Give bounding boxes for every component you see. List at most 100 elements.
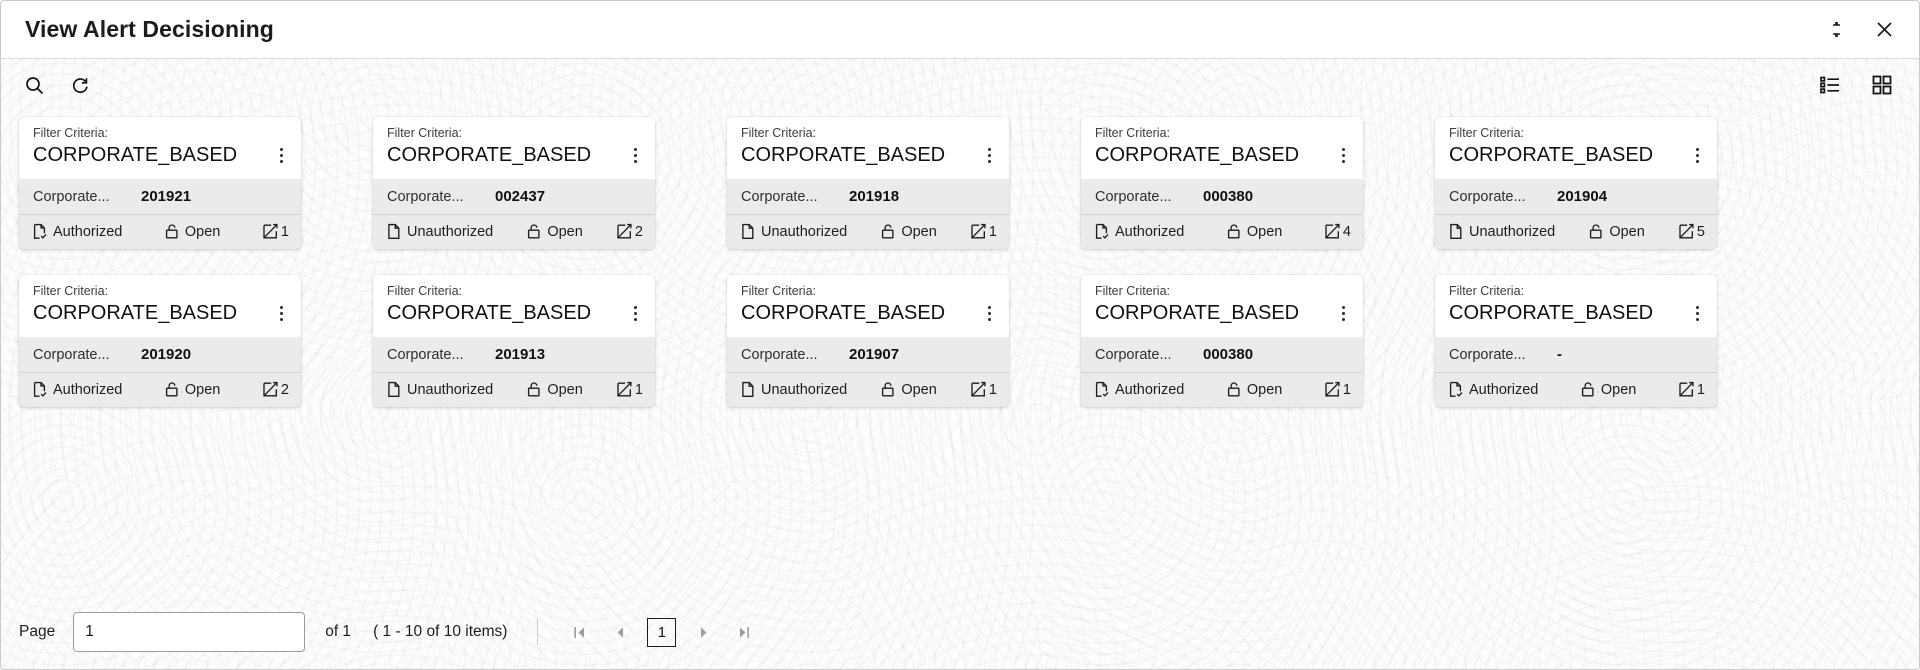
filter-criteria-value: CORPORATE_BASED <box>387 301 592 324</box>
last-page-icon[interactable] <box>723 615 763 649</box>
card-header-texts: Filter Criteria: CORPORATE_BASED <box>387 284 627 326</box>
card-header: Filter Criteria: CORPORATE_BASED <box>1081 117 1363 179</box>
list-view-icon[interactable] <box>1815 70 1845 100</box>
filter-criteria-label: Filter Criteria: <box>33 284 109 298</box>
card-header: Filter Criteria: CORPORATE_BASED <box>19 275 301 337</box>
filter-criteria-label: Filter Criteria: <box>1449 126 1525 140</box>
card-field-value: - <box>1557 346 1562 363</box>
card-menu-icon[interactable] <box>981 298 997 328</box>
filter-criteria-label: Filter Criteria: <box>1095 284 1171 298</box>
card-footer: Unauthorized Open 2 <box>373 214 655 249</box>
card-modification-count: 2 <box>616 223 643 240</box>
unlock-icon <box>526 223 542 240</box>
edit-icon <box>1324 381 1340 398</box>
card-field-key: Corporate... <box>33 346 110 363</box>
alert-card[interactable]: Filter Criteria: CORPORATE_BASED Corporate… <box>1081 275 1363 407</box>
card-header: Filter Criteria: CORPORATE_BASED <box>373 275 655 337</box>
card-header-texts: Filter Criteria: CORPORATE_BASED <box>33 126 273 168</box>
card-modification-count: 2 <box>262 381 289 398</box>
unlock-icon <box>164 223 180 240</box>
card-field-key: Corporate... <box>387 188 464 205</box>
card-field-key: Corporate... <box>1095 346 1172 363</box>
card-menu-icon[interactable] <box>981 140 997 170</box>
card-menu-icon[interactable] <box>627 140 643 170</box>
unlock-icon <box>164 381 180 398</box>
next-page-icon[interactable] <box>683 615 723 649</box>
card-body: Corporate... 201907 <box>727 337 1009 372</box>
card-footer: Authorized Open 1 <box>19 214 301 249</box>
card-field-value: 000380 <box>1203 188 1254 205</box>
modification-count-label: 2 <box>634 223 643 240</box>
search-icon[interactable] <box>19 70 49 100</box>
card-field-value: 201918 <box>849 188 900 205</box>
modification-count-label: 5 <box>1696 223 1705 240</box>
authorization-status-label: Unauthorized <box>761 381 848 398</box>
card-record-state: Open <box>526 381 583 398</box>
card-header-texts: Filter Criteria: CORPORATE_BASED <box>741 284 981 326</box>
alert-card[interactable]: Filter Criteria: CORPORATE_BASED Corporate… <box>1435 275 1717 407</box>
card-header: Filter Criteria: CORPORATE_BASED <box>1435 275 1717 337</box>
items-range-label: ( 1 - 10 of 10 items) <box>373 623 508 640</box>
edit-icon <box>970 223 986 240</box>
card-record-state: Open <box>880 223 937 240</box>
page-input[interactable] <box>73 612 306 652</box>
close-icon[interactable] <box>1871 17 1897 43</box>
card-header: Filter Criteria: CORPORATE_BASED <box>373 117 655 179</box>
modification-count-label: 4 <box>1342 223 1351 240</box>
filter-criteria-value: CORPORATE_BASED <box>741 143 946 166</box>
authorization-status-label: Unauthorized <box>407 381 494 398</box>
card-authorization-status: Authorized <box>1094 381 1184 398</box>
first-page-icon[interactable] <box>560 615 600 649</box>
card-header-texts: Filter Criteria: CORPORATE_BASED <box>387 126 627 168</box>
record-state-label: Open <box>901 223 937 240</box>
card-body: Corporate... 201904 <box>1435 179 1717 214</box>
authorization-status-label: Authorized <box>53 381 123 398</box>
filter-criteria-value: CORPORATE_BASED <box>387 143 592 166</box>
card-header: Filter Criteria: CORPORATE_BASED <box>1435 117 1717 179</box>
card-menu-icon[interactable] <box>1689 140 1705 170</box>
record-state-label: Open <box>1600 381 1637 398</box>
edit-icon <box>616 381 632 398</box>
refresh-icon[interactable] <box>65 70 95 100</box>
document-check-icon <box>32 381 48 398</box>
card-footer: Unauthorized Open 1 <box>727 372 1009 407</box>
card-header-texts: Filter Criteria: CORPORATE_BASED <box>1449 126 1689 168</box>
alert-card[interactable]: Filter Criteria: CORPORATE_BASED Corporate… <box>1081 117 1363 249</box>
alert-card[interactable]: Filter Criteria: CORPORATE_BASED Corporate… <box>19 275 301 407</box>
card-field-value: 201904 <box>1557 188 1608 205</box>
card-header-texts: Filter Criteria: CORPORATE_BASED <box>1095 284 1335 326</box>
card-footer: Unauthorized Open 1 <box>727 214 1009 249</box>
card-menu-icon[interactable] <box>273 298 289 328</box>
alert-card[interactable]: Filter Criteria: CORPORATE_BASED Corporate… <box>1435 117 1717 249</box>
card-record-state: Open <box>164 223 220 240</box>
authorization-status-label: Authorized <box>1115 223 1185 240</box>
alert-card[interactable]: Filter Criteria: CORPORATE_BASED Corporate… <box>373 117 655 249</box>
card-menu-icon[interactable] <box>1335 140 1351 170</box>
minimize-restore-icon[interactable] <box>1823 17 1849 43</box>
modification-count-label: 1 <box>280 223 289 240</box>
document-icon <box>740 381 756 398</box>
card-field-value: 201921 <box>141 188 192 205</box>
card-field-key: Corporate... <box>33 188 110 205</box>
modification-count-label: 1 <box>1342 381 1351 398</box>
alert-card[interactable]: Filter Criteria: CORPORATE_BASED Corporate… <box>727 117 1009 249</box>
alert-card[interactable]: Filter Criteria: CORPORATE_BASED Corporate… <box>373 275 655 407</box>
card-menu-icon[interactable] <box>1335 298 1351 328</box>
card-body: Corporate... 201920 <box>19 337 301 372</box>
card-menu-icon[interactable] <box>1689 298 1705 328</box>
view-alert-decisioning-window: View Alert Decisioning Filter Criteria: … <box>0 0 1920 670</box>
card-field-value: 002437 <box>495 188 546 205</box>
card-menu-icon[interactable] <box>273 140 289 170</box>
alert-card[interactable]: Filter Criteria: CORPORATE_BASED Corporate… <box>727 275 1009 407</box>
page-number-1[interactable]: 1 <box>647 617 677 647</box>
card-footer: Unauthorized Open 5 <box>1435 214 1717 249</box>
document-icon <box>1448 223 1464 240</box>
card-body: Corporate... - <box>1435 337 1717 372</box>
grid-view-icon[interactable] <box>1867 70 1897 100</box>
filter-criteria-label: Filter Criteria: <box>387 284 463 298</box>
prev-page-icon[interactable] <box>600 615 640 649</box>
alert-card[interactable]: Filter Criteria: CORPORATE_BASED Corporate… <box>19 117 301 249</box>
card-menu-icon[interactable] <box>627 298 643 328</box>
card-record-state: Open <box>164 381 220 398</box>
filter-criteria-value: CORPORATE_BASED <box>1095 301 1300 324</box>
